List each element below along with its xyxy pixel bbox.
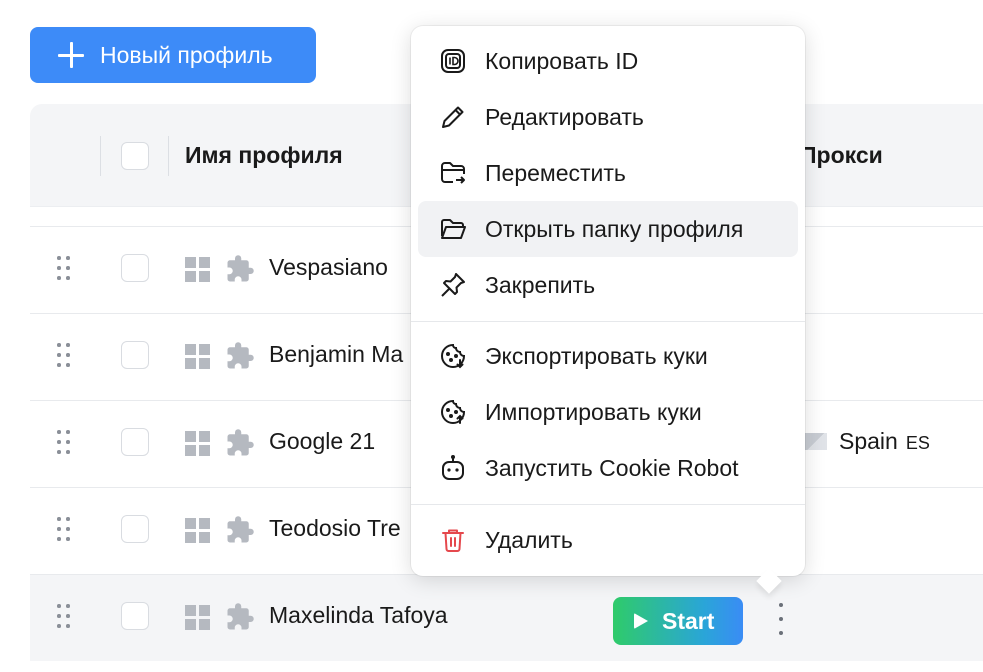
menu-item-pin[interactable]: Закрепить — [418, 257, 798, 313]
column-header-proxy[interactable]: Прокси — [800, 142, 883, 169]
proxy-country: Spain — [839, 428, 898, 454]
menu-item-label: Копировать ID — [485, 47, 639, 74]
profile-name[interactable]: Benjamin Ma — [269, 341, 403, 368]
menu-item-edit[interactable]: Редактировать — [418, 89, 798, 145]
extension-icon — [227, 603, 254, 630]
menu-item-label: Экспортировать куки — [485, 342, 708, 369]
menu-item-label: Удалить — [485, 526, 573, 553]
cookie-import-icon — [438, 397, 468, 427]
profile-name[interactable]: Google 21 — [269, 428, 375, 455]
menu-item-label: Импортировать куки — [485, 398, 702, 425]
row-checkbox[interactable] — [121, 515, 149, 543]
extension-icon — [227, 516, 254, 543]
menu-item-label: Редактировать — [485, 103, 644, 130]
drag-handle-icon[interactable] — [57, 256, 73, 282]
play-icon — [634, 613, 648, 629]
table-row[interactable]: Maxelinda Tafoya Start — [30, 574, 983, 661]
menu-item-export-cookies[interactable]: Экспортировать куки — [418, 328, 798, 384]
drag-handle-icon[interactable] — [57, 604, 73, 630]
menu-item-label: Запустить Cookie Robot — [485, 454, 739, 481]
trash-icon — [438, 525, 468, 555]
drag-handle-icon[interactable] — [57, 343, 73, 369]
column-header-name[interactable]: Имя профиля — [185, 142, 343, 169]
column-divider — [100, 136, 101, 176]
menu-item-label: Открыть папку профиля — [485, 215, 744, 242]
profile-name[interactable]: Maxelinda Tafoya — [269, 602, 448, 629]
pin-icon — [438, 270, 468, 300]
more-options-icon[interactable] — [776, 603, 786, 637]
column-divider — [168, 136, 169, 176]
flag-icon — [805, 433, 827, 450]
id-icon — [438, 46, 468, 76]
profile-name[interactable]: Vespasiano — [269, 254, 388, 281]
proxy-cell: Spain ES — [805, 428, 930, 455]
row-checkbox[interactable] — [121, 341, 149, 369]
folder-open-icon — [438, 214, 468, 244]
menu-item-import-cookies[interactable]: Импортировать куки — [418, 384, 798, 440]
pencil-icon — [438, 102, 468, 132]
row-checkbox[interactable] — [121, 602, 149, 630]
start-button[interactable]: Start — [613, 597, 743, 645]
profile-context-menu: Копировать ID Редактировать Переместить … — [411, 26, 805, 594]
menu-divider — [411, 504, 805, 505]
menu-item-cookie-robot[interactable]: Запустить Cookie Robot — [418, 440, 798, 496]
menu-item-label: Закрепить — [485, 271, 596, 298]
cookie-export-icon — [438, 341, 468, 371]
extension-icon — [227, 255, 254, 282]
row-checkbox[interactable] — [121, 428, 149, 456]
start-label: Start — [662, 607, 715, 634]
plus-icon — [58, 42, 84, 68]
select-all-checkbox[interactable] — [121, 142, 149, 170]
new-profile-button[interactable]: Новый профиль — [30, 27, 316, 83]
extension-icon — [227, 342, 254, 369]
proxy-country-code: ES — [905, 433, 930, 453]
drag-handle-icon[interactable] — [57, 430, 73, 456]
new-profile-label: Новый профиль — [100, 41, 273, 68]
robot-icon — [438, 453, 468, 483]
menu-item-move[interactable]: Переместить — [418, 145, 798, 201]
menu-item-open-folder[interactable]: Открыть папку профиля — [418, 201, 798, 257]
extension-icon — [227, 429, 254, 456]
windows-icon — [185, 431, 211, 457]
drag-handle-icon[interactable] — [57, 517, 73, 543]
windows-icon — [185, 518, 211, 544]
profile-name[interactable]: Teodosio Tre — [269, 515, 401, 542]
menu-item-label: Переместить — [485, 159, 626, 186]
menu-item-copy-id[interactable]: Копировать ID — [418, 33, 798, 89]
windows-icon — [185, 257, 211, 283]
windows-icon — [185, 344, 211, 370]
row-checkbox[interactable] — [121, 254, 149, 282]
folder-move-icon — [438, 158, 468, 188]
menu-item-delete[interactable]: Удалить — [418, 512, 798, 568]
windows-icon — [185, 605, 211, 631]
menu-divider — [411, 321, 805, 322]
